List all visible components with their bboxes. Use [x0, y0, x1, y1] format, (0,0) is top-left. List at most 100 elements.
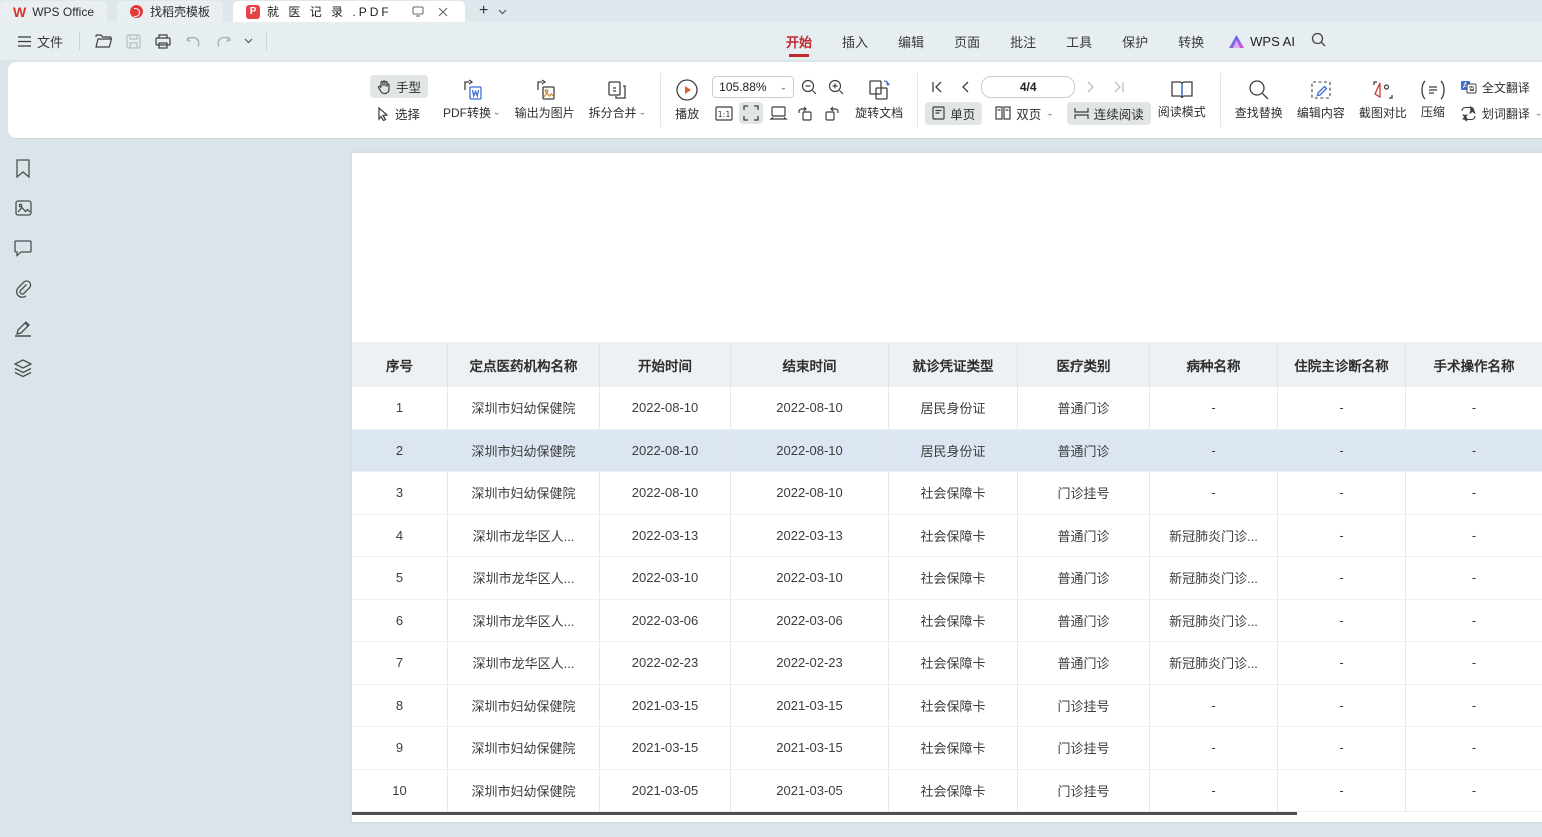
rotate-document-button[interactable]: 旋转文档 — [848, 75, 910, 125]
table-cell: - — [1278, 685, 1406, 727]
tab-wps-home[interactable]: W WPS Office — [0, 1, 107, 22]
menu-convert[interactable]: 转换 — [1163, 26, 1219, 57]
table-cell: 2021-03-15 — [600, 685, 731, 727]
single-page-view-button[interactable]: 单页 — [925, 102, 982, 125]
document-title: 就 医 记 录 .PDF — [267, 3, 392, 20]
play-slideshow-button[interactable]: 播放 — [668, 74, 706, 126]
table-cell: - — [1406, 642, 1542, 684]
table-cell: 7 — [352, 642, 448, 684]
split-merge-icon — [606, 79, 628, 101]
table-cell: - — [1406, 387, 1542, 429]
word-translate-button[interactable]: x A 划词翻译⌄ — [1456, 104, 1542, 123]
table-cell: - — [1278, 727, 1406, 769]
comment-icon[interactable] — [11, 236, 35, 260]
menu-search-icon[interactable] — [1311, 32, 1326, 50]
tab-docer-templates[interactable]: 找稻壳模板 — [117, 1, 223, 22]
menu-home[interactable]: 开始 — [771, 26, 827, 57]
double-page-view-button[interactable]: 双页⌄ — [988, 102, 1061, 125]
tab-list-chevron-icon[interactable] — [498, 2, 507, 20]
bookmark-icon[interactable] — [11, 156, 35, 180]
full-text-translate-button[interactable]: A 全文翻译 — [1456, 78, 1542, 97]
hand-tool-button[interactable]: 手型 — [370, 75, 428, 98]
menu-insert[interactable]: 插入 — [827, 26, 883, 57]
thumbnail-icon[interactable] — [11, 196, 35, 220]
pdf-convert-button[interactable]: PDF转换⌄ — [436, 75, 508, 125]
table-cell: 9 — [352, 727, 448, 769]
menu-page[interactable]: 页面 — [939, 26, 995, 57]
file-menu-button[interactable]: 文件 — [12, 28, 69, 55]
find-replace-button[interactable]: 查找替换 — [1228, 75, 1290, 125]
table-cell: - — [1406, 430, 1542, 472]
menu-comment[interactable]: 批注 — [995, 26, 1051, 57]
export-as-image-button[interactable]: 输出为图片 — [508, 75, 582, 125]
last-page-button[interactable] — [1107, 76, 1131, 98]
table-cell: - — [1278, 387, 1406, 429]
table-cell: 2022-03-10 — [600, 557, 731, 599]
close-tab-icon[interactable] — [434, 3, 452, 21]
table-cell: 社会保障卡 — [889, 472, 1018, 514]
window-tab-bar: W WPS Office 找稻壳模板 P 就 医 记 录 .PDF + — [0, 0, 1542, 22]
table-cell: 深圳市妇幼保健院 — [448, 472, 600, 514]
table-cell: 普通门诊 — [1018, 430, 1150, 472]
page-number-input[interactable]: 4/4 — [981, 76, 1075, 98]
previous-page-button[interactable] — [953, 76, 977, 98]
menu-protect[interactable]: 保护 — [1107, 26, 1163, 57]
table-cell: 2022-03-06 — [731, 600, 889, 642]
table-cell: 普通门诊 — [1018, 600, 1150, 642]
present-monitor-icon[interactable] — [409, 3, 427, 21]
svg-text:A: A — [1470, 107, 1475, 115]
table-cell: 2022-08-10 — [600, 472, 731, 514]
column-header: 病种名称 — [1150, 342, 1278, 387]
menu-edit[interactable]: 编辑 — [883, 26, 939, 57]
layers-icon[interactable] — [11, 356, 35, 380]
compress-icon — [1421, 80, 1445, 100]
menu-tools[interactable]: 工具 — [1051, 26, 1107, 57]
save-button[interactable] — [120, 29, 146, 53]
edit-content-button[interactable]: 编辑内容 — [1290, 75, 1352, 125]
print-button[interactable] — [150, 29, 176, 53]
split-merge-button[interactable]: 拆分合并⌄ — [582, 75, 654, 125]
undo-button[interactable] — [180, 29, 206, 53]
table-cell: 新冠肺炎门诊... — [1150, 515, 1278, 557]
actual-size-button[interactable]: 1:1 — [712, 102, 736, 124]
screenshot-compare-button[interactable]: 截图对比 — [1352, 75, 1414, 125]
read-mode-button[interactable]: 阅读模式 — [1151, 76, 1213, 124]
zoom-in-button[interactable] — [824, 76, 848, 98]
fit-width-button[interactable] — [766, 102, 790, 124]
ribbon-toolbar: 手型 选择 PDF转换⌄ 输出为图片 拆分合并⌄ 播放 — [8, 62, 1542, 138]
table-cell: 深圳市妇幼保健院 — [448, 770, 600, 812]
tab-document-active[interactable]: P 就 医 记 录 .PDF — [233, 1, 465, 22]
column-header: 就诊凭证类型 — [889, 342, 1018, 387]
open-file-button[interactable] — [90, 29, 116, 53]
play-icon — [675, 78, 699, 102]
table-row: 3深圳市妇幼保健院2022-08-102022-08-10社会保障卡门诊挂号--… — [352, 472, 1542, 515]
table-cell: 普通门诊 — [1018, 557, 1150, 599]
single-page-icon — [932, 106, 945, 120]
wps-ai-button[interactable]: WPS AI — [1219, 34, 1305, 49]
zoom-value: 105.88% — [719, 80, 766, 94]
table-cell: 居民身份证 — [889, 387, 1018, 429]
rotate-right-button[interactable] — [820, 102, 844, 124]
next-page-button[interactable] — [1079, 76, 1103, 98]
table-cell: - — [1406, 770, 1542, 812]
first-page-button[interactable] — [925, 76, 949, 98]
attachment-icon[interactable] — [11, 276, 35, 300]
continuous-reading-button[interactable]: 连续阅读 — [1067, 102, 1151, 125]
select-tool-button[interactable]: 选择 — [370, 102, 428, 125]
medical-records-table: 序号定点医药机构名称开始时间结束时间就诊凭证类型医疗类别病种名称住院主诊断名称手… — [352, 342, 1542, 812]
redo-button[interactable] — [210, 29, 236, 53]
fit-page-button[interactable] — [739, 102, 763, 124]
table-cell: 8 — [352, 685, 448, 727]
new-tab-button[interactable]: + — [479, 2, 488, 20]
compress-button[interactable]: 压缩 — [1414, 76, 1452, 124]
signature-icon[interactable] — [11, 316, 35, 340]
table-cell: 社会保障卡 — [889, 770, 1018, 812]
rotate-left-button[interactable] — [793, 102, 817, 124]
zoom-level-combobox[interactable]: 105.88%⌄ — [712, 76, 794, 98]
table-cell: 深圳市龙华区人... — [448, 515, 600, 557]
table-row: 8深圳市妇幼保健院2021-03-152021-03-15社会保障卡门诊挂号--… — [352, 685, 1542, 728]
zoom-out-button[interactable] — [797, 76, 821, 98]
quick-access-chevron-icon[interactable] — [240, 29, 256, 53]
table-cell: - — [1278, 642, 1406, 684]
table-cell: 新冠肺炎门诊... — [1150, 600, 1278, 642]
